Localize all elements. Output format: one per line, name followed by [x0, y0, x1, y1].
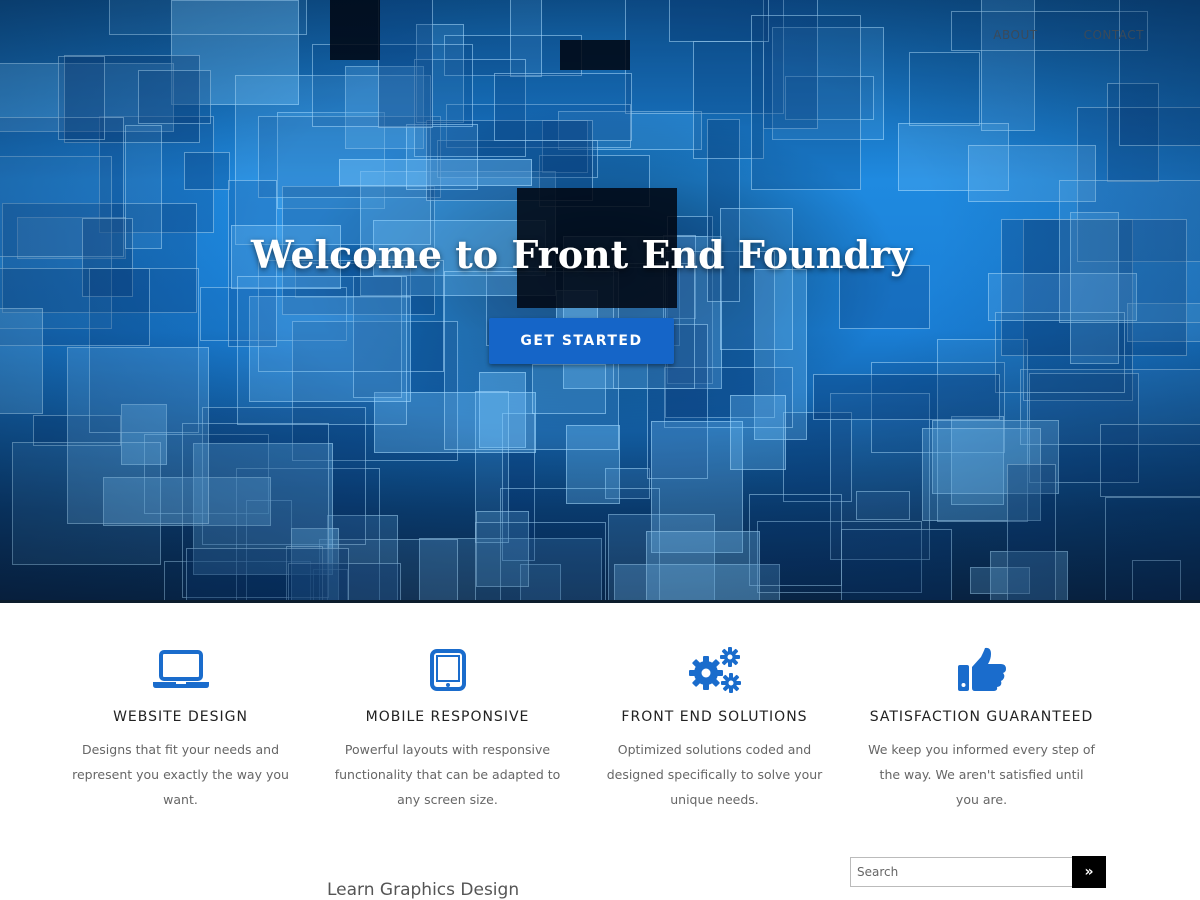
get-started-button[interactable]: GET STARTED — [489, 318, 674, 364]
hero-decor-block — [1104, 497, 1200, 600]
hero-decor-block — [330, 0, 380, 60]
hero-decor-block — [138, 70, 212, 125]
nav-about-link[interactable]: ABOUT — [993, 28, 1037, 42]
nav-contact-link[interactable]: CONTACT — [1084, 28, 1144, 42]
hero-decor-block — [494, 73, 632, 142]
search-input[interactable] — [850, 857, 1072, 887]
hero-decor-block — [646, 531, 760, 600]
search-form: » — [850, 856, 1106, 889]
hero-decor-block — [183, 152, 230, 191]
hero-decor-block — [749, 494, 842, 586]
feature-title: FRONT END SOLUTIONS — [621, 709, 808, 725]
feature-title: MOBILE RESPONSIVE — [365, 709, 530, 725]
feature-description: Designs that fit your needs and represen… — [72, 742, 289, 807]
feature-description: Powerful layouts with responsive functio… — [334, 742, 561, 807]
hero-decor-block — [475, 522, 606, 600]
hero-decor-block — [730, 395, 786, 470]
feature-description: Optimized solutions coded and designed s… — [606, 742, 823, 807]
hero-decor-block — [406, 124, 479, 191]
hero-decor-block — [908, 51, 980, 127]
tablet-icon — [314, 645, 581, 695]
top-nav: ABOUT CONTACT — [993, 28, 1144, 42]
hero-decor-block — [750, 14, 861, 191]
feature-satisfaction-guaranteed: SATISFACTION GUARANTEED We keep you info… — [848, 645, 1115, 812]
hero-decor-block — [237, 275, 407, 426]
feature-description: We keep you informed every step of the w… — [868, 742, 1095, 807]
hero-decor-block — [560, 40, 630, 70]
feature-title: WEBSITE DESIGN — [113, 709, 248, 725]
feature-mobile-responsive: MOBILE RESPONSIVE Powerful layouts with … — [314, 645, 581, 812]
hero-decor-block — [1100, 423, 1200, 498]
hero-decor-block — [840, 529, 953, 600]
feature-front-end-solutions: FRONT END SOLUTIONS Optimized solutions … — [581, 645, 848, 812]
hero-decor-block — [720, 207, 794, 351]
hero-title: Welcome to Front End Foundry — [250, 232, 913, 277]
hero-decor-block — [67, 347, 209, 525]
hero-decor-block — [1118, 0, 1200, 147]
hero-decor-block — [186, 548, 349, 600]
hero-banner: ABOUT CONTACT Welcome to Front End Found… — [0, 0, 1200, 603]
thumbs-up-icon — [848, 645, 1115, 695]
feature-website-design: WEBSITE DESIGN Designs that fit your nee… — [47, 645, 314, 812]
hero-decor-block — [812, 374, 1001, 421]
gears-icon — [581, 645, 848, 695]
hero-decor-block — [109, 0, 307, 35]
hero-decor-block — [531, 363, 607, 415]
features-section: WEBSITE DESIGN Designs that fit your nee… — [47, 645, 1137, 812]
hero-decor-block — [0, 308, 44, 415]
feature-title: SATISFACTION GUARANTEED — [869, 709, 1094, 725]
laptop-icon — [47, 645, 314, 695]
hero-decor-block — [377, 0, 434, 129]
hero-decor-block — [58, 56, 106, 140]
section-heading: Learn Graphics Design — [327, 880, 520, 900]
hero-decor-block — [1006, 464, 1057, 600]
hero-decor-block — [125, 124, 162, 250]
search-button[interactable]: » — [1072, 856, 1106, 888]
